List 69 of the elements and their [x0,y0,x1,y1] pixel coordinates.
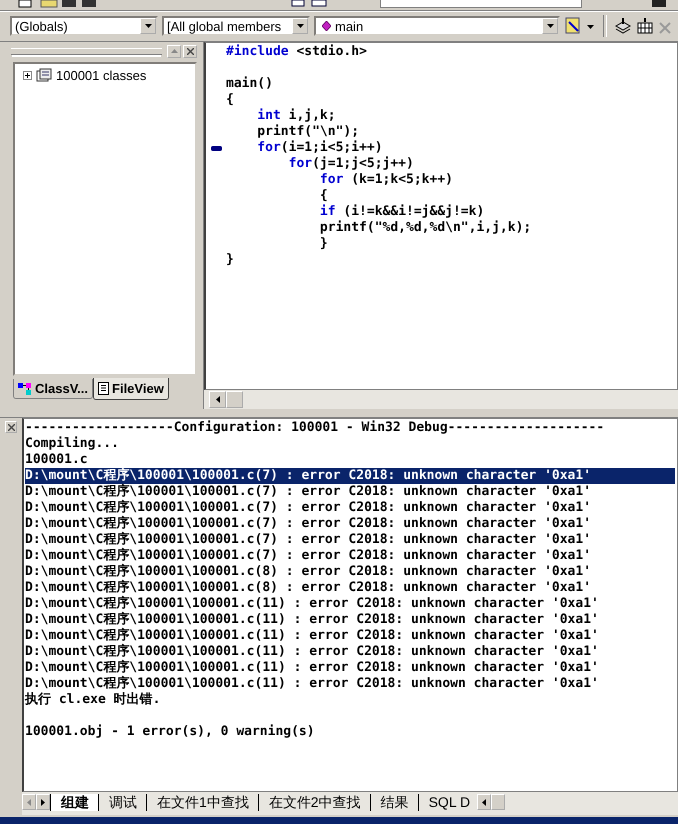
close-icon [186,48,194,54]
build-stack-icon[interactable] [614,17,632,35]
code-line: } [318,236,328,252]
code-line: int i,j,k; [256,108,336,124]
output-line[interactable]: D:\mount\C程序\100001\100001.c(7) : error C2018: unknown character '0xa1' [25,500,592,516]
output-line[interactable]: Compiling... [25,436,119,452]
right-arrow-icon [41,798,45,806]
document-icon [98,382,110,395]
caret-icon [546,24,554,28]
caret-icon [296,24,304,28]
output-line[interactable]: D:\mount\C程序\100001\100001.c(8) : error C2018: unknown character '0xa1' [25,564,592,580]
workspace-tab[interactable]: ClassV... [13,379,94,399]
output-line[interactable]: D:\mount\C程序\100001\100001.c(7) : error C2018: unknown character '0xa1' [25,532,592,548]
left-arrow-icon [27,798,31,806]
output-line[interactable]: D:\mount\C程序\100001\100001.c(11) : error C2018: unknown character '0xa1' [25,676,599,692]
output-line[interactable]: D:\mount\C程序\100001\100001.c(7) : error C2018: unknown character '0xa1' [25,548,592,564]
dropdown-button[interactable] [140,18,156,34]
code-line: { [318,188,328,204]
code-line: for (k=1;k<5;k++) [318,172,453,188]
scroll-left-button[interactable] [477,794,491,810]
scroll-left-button[interactable] [209,391,226,408]
close-button[interactable] [183,44,197,58]
code-line: if (i!=k&&i!=j&&j!=k) [318,204,484,220]
output-line[interactable]: 执行 cl.exe 时出错. [25,692,160,708]
left-arrow-icon [216,396,220,403]
scope-combo[interactable]: (Globals) [10,16,158,36]
close-button[interactable] [5,421,17,433]
scroll-thumb[interactable] [491,794,505,810]
tree-item[interactable]: 100001 classes [56,68,146,82]
pane-grip[interactable] [11,48,162,54]
code-line: main() [226,76,273,92]
members-combo[interactable]: [All global members [162,16,310,36]
tab-scroll-right-button[interactable] [36,794,50,810]
classes-icon [36,68,52,82]
left-arrow-icon [482,798,486,806]
code-line: { [226,92,234,108]
output-line[interactable]: D:\mount\C程序\100001\100001.c(11) : error C2018: unknown character '0xa1' [25,612,599,628]
code-line: for(i=1;i<5;i++) [256,140,383,156]
output-line[interactable]: D:\mount\C程序\100001\100001.c(11) : error C2018: unknown character '0xa1' [25,596,599,612]
window-icon[interactable] [18,0,32,8]
scroll-thumb[interactable] [226,391,243,408]
output-line[interactable]: 100001.c [25,452,88,468]
output-line[interactable]: D:\mount\C程序\100001\100001.c(8) : error C2018: unknown character '0xa1' [25,580,592,596]
caret-icon [144,24,152,28]
code-line: printf("\n"); [256,124,360,140]
output-line[interactable]: D:\mount\C程序\100001\100001.c(11) : error C2018: unknown character '0xa1' [25,628,599,644]
class-view-icon [18,382,32,394]
output-line[interactable]: D:\mount\C程序\100001\100001.c(7) : error C2018: unknown character '0xa1' [25,484,592,500]
wizard-icon[interactable] [564,17,596,35]
workspace-tab[interactable]: FileView [93,378,169,400]
close-icon [8,424,14,430]
output-line[interactable]: D:\mount\C程序\100001\100001.c(11) : error C2018: unknown character '0xa1' [25,660,599,676]
output-line[interactable]: 100001.obj - 1 error(s), 0 warning(s) [25,724,315,740]
code-editor[interactable]: #include <stdio.h> main() { int i,j,k; printf("\n"); for(i=1;i<5;i++) for(j=1;j<5;j++) for (k=1;k<5;k++) { if (i!=k&&i!=j&&j!=k) printf("%d,%d,%d\n",i,j,k); } } [204,42,678,390]
build-grid-icon[interactable] [636,17,654,35]
dropdown-button[interactable] [542,18,558,34]
dropdown-button[interactable] [292,18,308,34]
code-line: for(j=1;j<5;j++) [288,156,414,172]
output-line[interactable]: D:\mount\C程序\100001\100001.c(11) : error C2018: unknown character '0xa1' [25,644,599,660]
find-field[interactable] [380,0,582,8]
code-line: printf("%d,%d,%d\n",i,j,k); [318,220,532,236]
code-line: } [226,252,234,268]
expand-toggle-icon[interactable] [23,70,32,80]
output-line[interactable]: -------------------Configuration: 100001 - Win32 Debug-------------------- [25,420,604,436]
output-line[interactable]: D:\mount\C程序\100001\100001.c(7) : error C2018: unknown character '0xa1' [25,516,592,532]
function-combo[interactable]: main [314,16,560,36]
triangle-up-icon [170,49,178,53]
code-line: #include <stdio.h> [226,44,367,60]
diamond-icon [322,21,331,31]
